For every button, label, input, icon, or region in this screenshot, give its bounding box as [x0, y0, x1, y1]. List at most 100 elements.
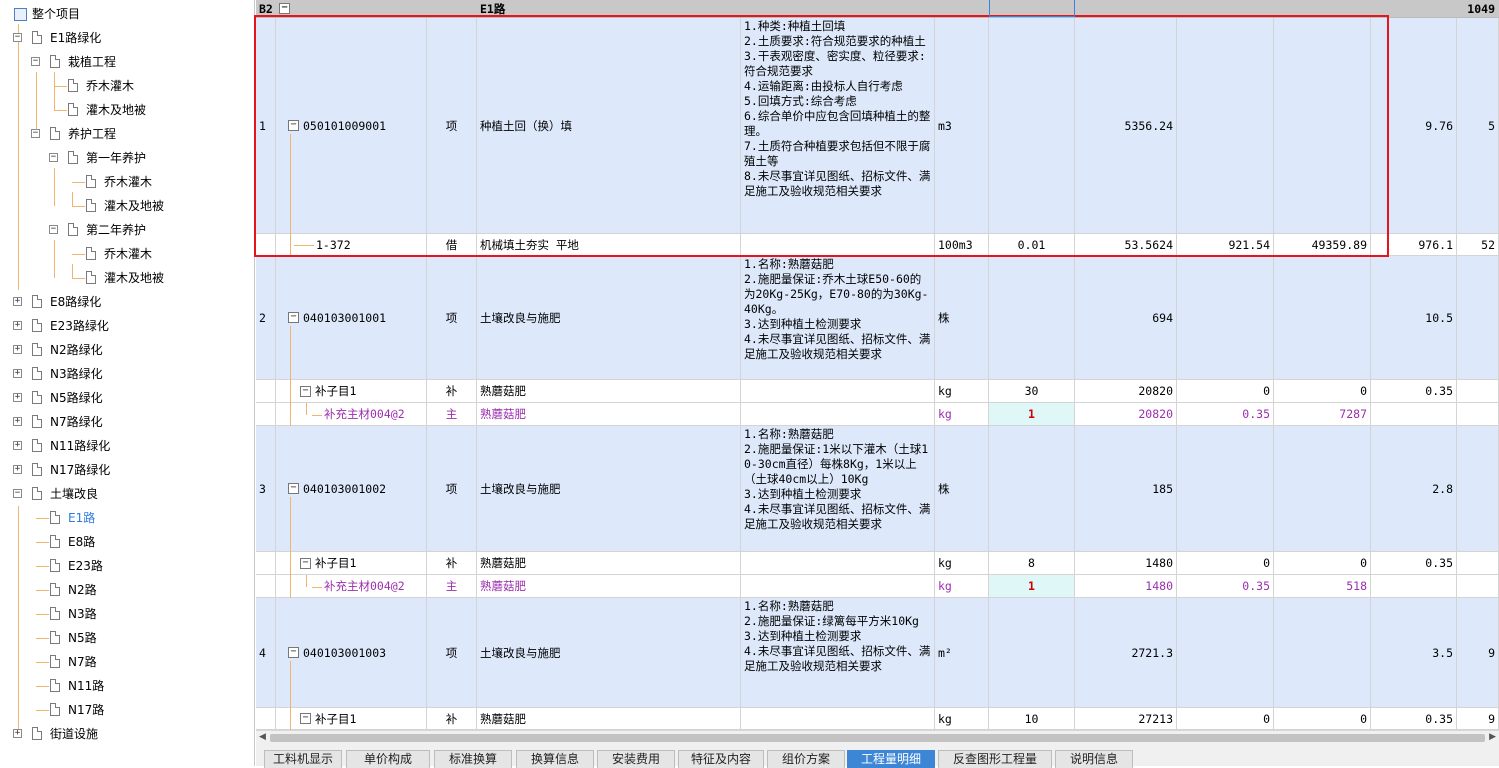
spec-cell[interactable]	[741, 234, 935, 255]
quantity-cell[interactable]: 2721.3	[1075, 598, 1177, 707]
total-cell[interactable]: 0	[1274, 708, 1371, 729]
kind-cell[interactable]: 补	[427, 380, 477, 402]
row-toggle-icon[interactable]: −	[300, 385, 311, 397]
row-toggle-icon[interactable]: −	[300, 713, 311, 724]
scroll-right-icon[interactable]: ▶	[1489, 732, 1496, 742]
expand-toggle-icon[interactable]: −	[13, 489, 22, 498]
tree-node[interactable]: + E23路绿化	[0, 316, 254, 336]
total-cell[interactable]	[1274, 256, 1371, 379]
unit-cell[interactable]: 100m3	[935, 234, 989, 255]
extra-cell[interactable]	[1457, 403, 1499, 425]
unit-cell[interactable]: 株	[935, 256, 989, 379]
code-cell[interactable]: −040103001003	[276, 598, 427, 707]
expand-toggle-icon[interactable]: +	[13, 729, 22, 738]
horizontal-scrollbar[interactable]: ◀ ▶	[256, 730, 1499, 744]
factor-cell[interactable]: 0.01	[989, 234, 1075, 255]
tree-root[interactable]: 整个项目	[0, 4, 250, 24]
total-cell[interactable]: 518	[1274, 575, 1371, 597]
expand-toggle-icon[interactable]: +	[13, 369, 22, 378]
kind-cell[interactable]: 项	[427, 18, 477, 233]
expand-toggle-icon[interactable]: +	[13, 297, 22, 306]
tree-node[interactable]: + N7路绿化	[0, 412, 254, 432]
material-row[interactable]: 补充主材004@2 主 熟蘑菇肥 kg 1 20820 0.35 7287	[256, 403, 1499, 426]
extra-cell[interactable]: 9	[1457, 708, 1499, 729]
total-cell[interactable]	[1274, 18, 1371, 233]
spec-cell[interactable]: 1.名称:熟蘑菇肥 2.施肥量保证:1米以下灌木（土球10-30cm直径）每株8…	[741, 426, 935, 551]
unit-price-cell[interactable]: 10.5	[1371, 256, 1457, 379]
spec-cell[interactable]: 1.名称:熟蘑菇肥 2.施肥量保证:乔木土球E50-60的为20Kg-25Kg，…	[741, 256, 935, 379]
unit-cell[interactable]: m²	[935, 598, 989, 707]
group-header-row[interactable]: B2− E1路 1049	[256, 0, 1499, 18]
total-cell[interactable]: 0	[1274, 380, 1371, 402]
tree-node[interactable]: + N17路绿化	[0, 460, 254, 480]
factor-cell[interactable]: 10	[989, 708, 1075, 729]
tree-node[interactable]: N11路	[0, 676, 254, 696]
sub-item-row[interactable]: − 补子目1 补 熟蘑菇肥 kg 8 1480 0 0 0.35	[256, 552, 1499, 575]
collapse-toggle-icon[interactable]: −	[279, 3, 290, 14]
unit-price-cell[interactable]	[1371, 575, 1457, 597]
expand-toggle-icon[interactable]: −	[49, 153, 58, 162]
kind-cell[interactable]: 借	[427, 234, 477, 255]
tab-8[interactable]: 工程量明细	[847, 750, 935, 768]
price-cell[interactable]	[1177, 598, 1274, 707]
price-cell[interactable]: 0	[1177, 380, 1274, 402]
factor-cell[interactable]: 1	[989, 575, 1075, 597]
tab-3[interactable]: 标准换算	[434, 750, 512, 768]
quantity-cell[interactable]: 694	[1075, 256, 1177, 379]
factor-cell[interactable]: 8	[989, 552, 1075, 574]
name-cell[interactable]: 机械填土夯实 平地	[477, 234, 741, 255]
quantity-cell[interactable]: 5356.24	[1075, 18, 1177, 233]
row-toggle-icon[interactable]: −	[288, 312, 299, 323]
expand-toggle-icon[interactable]: +	[13, 417, 22, 426]
sub-item-row[interactable]: 1-372 借 机械填土夯实 平地 100m3 0.01 53.5624 921.54 493…	[256, 234, 1499, 256]
kind-cell[interactable]: 项	[427, 426, 477, 551]
tree-node[interactable]: 乔木灌木	[0, 76, 254, 96]
spec-cell[interactable]	[741, 708, 935, 729]
tree-node[interactable]: N17路	[0, 700, 254, 720]
factor-cell[interactable]: 30	[989, 380, 1075, 402]
kind-cell[interactable]: 项	[427, 256, 477, 379]
unit-price-cell[interactable]: 976.1	[1371, 234, 1457, 255]
scrollbar-thumb[interactable]	[270, 734, 1485, 742]
expand-toggle-icon[interactable]: −	[13, 33, 22, 42]
tree-node[interactable]: − E1路绿化	[0, 28, 254, 48]
quantity-cell[interactable]: 20820	[1075, 380, 1177, 402]
tab-2[interactable]: 单价构成	[346, 750, 430, 768]
price-cell[interactable]: 0	[1177, 708, 1274, 729]
tab-6[interactable]: 特征及内容	[678, 750, 764, 768]
code-cell[interactable]: − 补子目1	[276, 708, 427, 729]
name-cell[interactable]: 熟蘑菇肥	[477, 403, 741, 425]
spec-cell[interactable]	[741, 403, 935, 425]
unit-price-cell[interactable]: 0.35	[1371, 708, 1457, 729]
expand-toggle-icon[interactable]: −	[31, 129, 40, 138]
extra-cell[interactable]: 52	[1457, 234, 1499, 255]
tree-node[interactable]: − 土壤改良	[0, 484, 254, 504]
bill-item-row[interactable]: 1 −050101009001 项 种植土回（换）填 1.种类:种植土回填 2.土质要求…	[256, 18, 1499, 234]
tree-node[interactable]: − 第二年养护	[0, 220, 254, 240]
spec-cell[interactable]: 1.种类:种植土回填 2.土质要求:符合规范要求的种植土 3.干表观密度、密实度…	[741, 18, 935, 233]
tree-node[interactable]: N7路	[0, 652, 254, 672]
total-cell[interactable]: 49359.89	[1274, 234, 1371, 255]
tree-node[interactable]: E1路	[0, 508, 254, 528]
tree-node[interactable]: 乔木灌木	[0, 172, 254, 192]
kind-cell[interactable]: 主	[427, 403, 477, 425]
factor-cell[interactable]	[989, 426, 1075, 551]
code-cell[interactable]: −040103001001	[276, 256, 427, 379]
tree-node[interactable]: N2路	[0, 580, 254, 600]
quantity-cell[interactable]: 20820	[1075, 403, 1177, 425]
unit-cell[interactable]: 株	[935, 426, 989, 551]
unit-price-cell[interactable]	[1371, 403, 1457, 425]
factor-cell[interactable]	[989, 598, 1075, 707]
total-cell[interactable]	[1274, 598, 1371, 707]
extra-cell[interactable]	[1457, 575, 1499, 597]
code-cell[interactable]: − 补子目1	[276, 552, 427, 574]
unit-cell[interactable]: kg	[935, 380, 989, 402]
name-cell[interactable]: 土壤改良与施肥	[477, 598, 741, 707]
tree-node[interactable]: − 第一年养护	[0, 148, 254, 168]
factor-cell[interactable]	[989, 256, 1075, 379]
tab-7[interactable]: 组价方案	[767, 750, 845, 768]
tree-node[interactable]: + N11路绿化	[0, 436, 254, 456]
bill-item-row[interactable]: 2 −040103001001 项 土壤改良与施肥 1.名称:熟蘑菇肥 2.施肥量保证:…	[256, 256, 1499, 380]
scroll-left-icon[interactable]: ◀	[259, 732, 266, 742]
spec-cell[interactable]	[741, 552, 935, 574]
